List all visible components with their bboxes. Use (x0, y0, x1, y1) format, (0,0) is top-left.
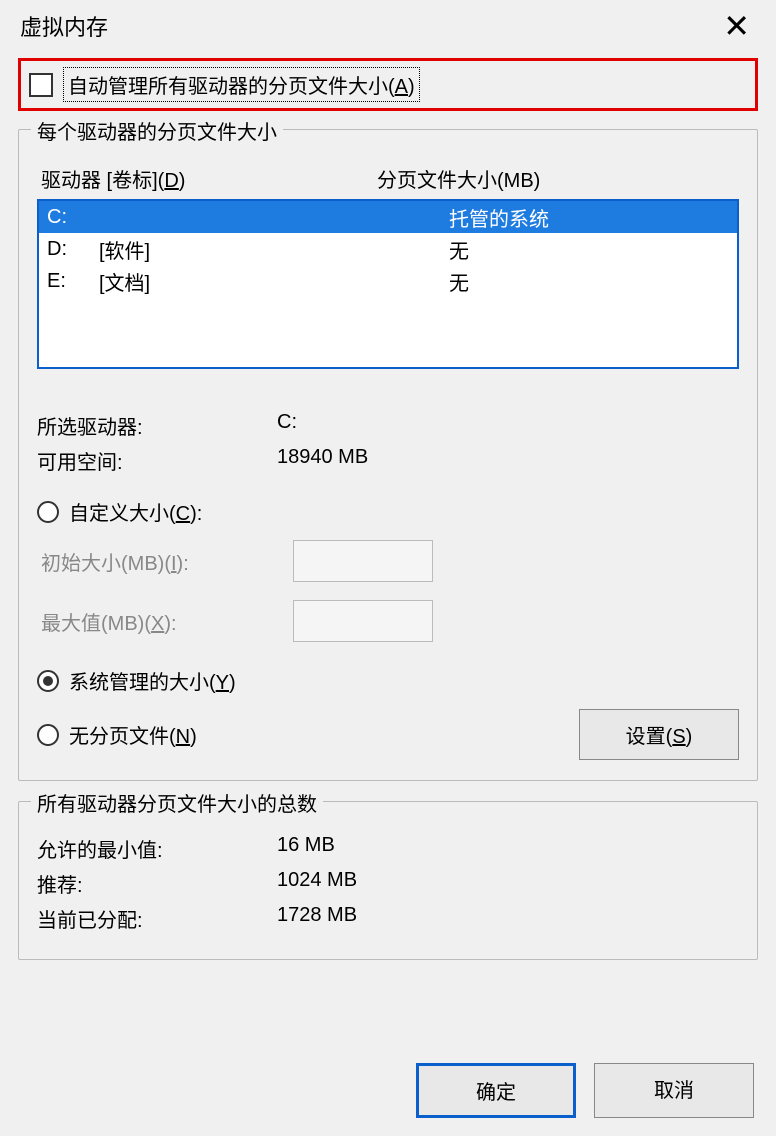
cancel-button[interactable]: 取消 (594, 1063, 754, 1118)
free-space-value: 18940 MB (277, 446, 739, 475)
window-title: 虚拟内存 (20, 10, 108, 42)
header-drive: 驱动器 [卷标](D) (37, 164, 377, 193)
drive-label: [文档] (99, 267, 449, 296)
drive-row-d[interactable]: D: [软件] 无 (39, 233, 737, 265)
virtual-memory-dialog: 虚拟内存 ✕ 自动管理所有驱动器的分页文件大小(A) 每个驱动器的分页文件大小 … (0, 0, 776, 1136)
selected-drive-label: 所选驱动器: (37, 411, 277, 440)
max-size-input (293, 600, 433, 642)
drive-size: 托管的系统 (449, 203, 737, 232)
max-size-label: 最大值(MB)(X): (37, 607, 293, 636)
initial-size-label: 初始大小(MB)(I): (37, 547, 293, 576)
drive-size: 无 (449, 267, 737, 296)
radio-custom-label: 自定义大小(C): (69, 497, 202, 526)
drive-size: 无 (449, 235, 737, 264)
initial-size-row: 初始大小(MB)(I): (37, 540, 739, 582)
initial-size-input (293, 540, 433, 582)
per-drive-group: 每个驱动器的分页文件大小 驱动器 [卷标](D) 分页文件大小(MB) C: 托… (18, 129, 758, 781)
drive-letter: D: (39, 238, 99, 261)
drive-listbox[interactable]: C: 托管的系统 D: [软件] 无 E: [文档] 无 (37, 199, 739, 369)
dialog-content: 自动管理所有驱动器的分页文件大小(A) 每个驱动器的分页文件大小 驱动器 [卷标… (0, 48, 776, 960)
min-allowed-label: 允许的最小值: (37, 834, 277, 863)
auto-manage-checkbox[interactable] (29, 73, 53, 97)
drive-letter: C: (39, 206, 99, 229)
radio-no-paging[interactable]: 无分页文件(N) (37, 720, 197, 749)
per-drive-legend: 每个驱动器的分页文件大小 (31, 116, 283, 145)
min-allowed-row: 允许的最小值: 16 MB (37, 834, 739, 863)
drive-letter: E: (39, 270, 99, 293)
allocated-row: 当前已分配: 1728 MB (37, 904, 739, 933)
radio-system-managed[interactable]: 系统管理的大小(Y) (37, 666, 739, 695)
drive-row-c[interactable]: C: 托管的系统 (39, 201, 737, 233)
max-size-row: 最大值(MB)(X): (37, 600, 739, 642)
totals-legend: 所有驱动器分页文件大小的总数 (31, 788, 323, 817)
radio-system-label: 系统管理的大小(Y) (69, 666, 236, 695)
auto-manage-highlight: 自动管理所有驱动器的分页文件大小(A) (18, 58, 758, 111)
header-size: 分页文件大小(MB) (377, 164, 739, 193)
set-button[interactable]: 设置(S) (579, 709, 739, 760)
selected-drive-row: 所选驱动器: C: (37, 411, 739, 440)
auto-manage-label: 自动管理所有驱动器的分页文件大小(A) (63, 67, 420, 102)
min-allowed-value: 16 MB (277, 834, 739, 863)
recommended-value: 1024 MB (277, 869, 739, 898)
radio-none-label: 无分页文件(N) (69, 720, 197, 749)
radio-icon (37, 724, 59, 746)
drive-label: [软件] (99, 235, 449, 264)
free-space-row: 可用空间: 18940 MB (37, 446, 739, 475)
close-icon[interactable]: ✕ (713, 10, 760, 42)
allocated-value: 1728 MB (277, 904, 739, 933)
drive-list-header: 驱动器 [卷标](D) 分页文件大小(MB) (37, 164, 739, 193)
dialog-button-row: 确定 取消 (416, 1063, 754, 1118)
radio-icon (37, 501, 59, 523)
ok-button[interactable]: 确定 (416, 1063, 576, 1118)
selected-drive-value: C: (277, 411, 739, 440)
radio-icon (37, 670, 59, 692)
recommended-row: 推荐: 1024 MB (37, 869, 739, 898)
free-space-label: 可用空间: (37, 446, 277, 475)
title-bar: 虚拟内存 ✕ (0, 0, 776, 48)
recommended-label: 推荐: (37, 869, 277, 898)
radio-custom-size[interactable]: 自定义大小(C): (37, 497, 739, 526)
allocated-label: 当前已分配: (37, 904, 277, 933)
totals-group: 所有驱动器分页文件大小的总数 允许的最小值: 16 MB 推荐: 1024 MB… (18, 801, 758, 960)
drive-row-e[interactable]: E: [文档] 无 (39, 265, 737, 297)
